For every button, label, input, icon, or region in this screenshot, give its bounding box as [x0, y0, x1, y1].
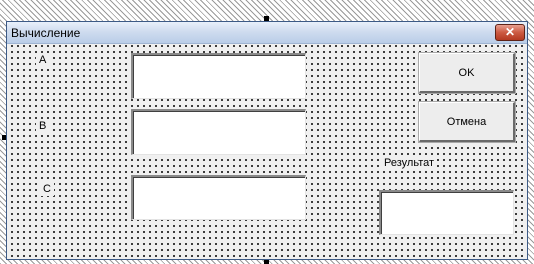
label-b: B: [36, 119, 50, 133]
cancel-button[interactable]: Отмена: [419, 102, 515, 142]
label-result: Результат: [381, 156, 438, 170]
ok-button[interactable]: OK: [419, 53, 515, 93]
input-a[interactable]: [131, 53, 306, 99]
close-button[interactable]: ✕: [495, 24, 525, 41]
design-frame: Вычисление ✕ A B C OK Отмена Результат: [0, 0, 534, 264]
label-c: C: [40, 182, 54, 196]
form-title: Вычисление: [11, 26, 81, 40]
userform: Вычисление ✕ A B C OK Отмена Результат: [6, 21, 528, 260]
form-titlebar: Вычисление ✕: [7, 22, 527, 44]
input-result[interactable]: [379, 190, 514, 235]
input-b[interactable]: [131, 109, 306, 155]
close-icon: ✕: [504, 25, 516, 39]
input-c[interactable]: [131, 175, 306, 220]
label-a: A: [36, 53, 50, 67]
